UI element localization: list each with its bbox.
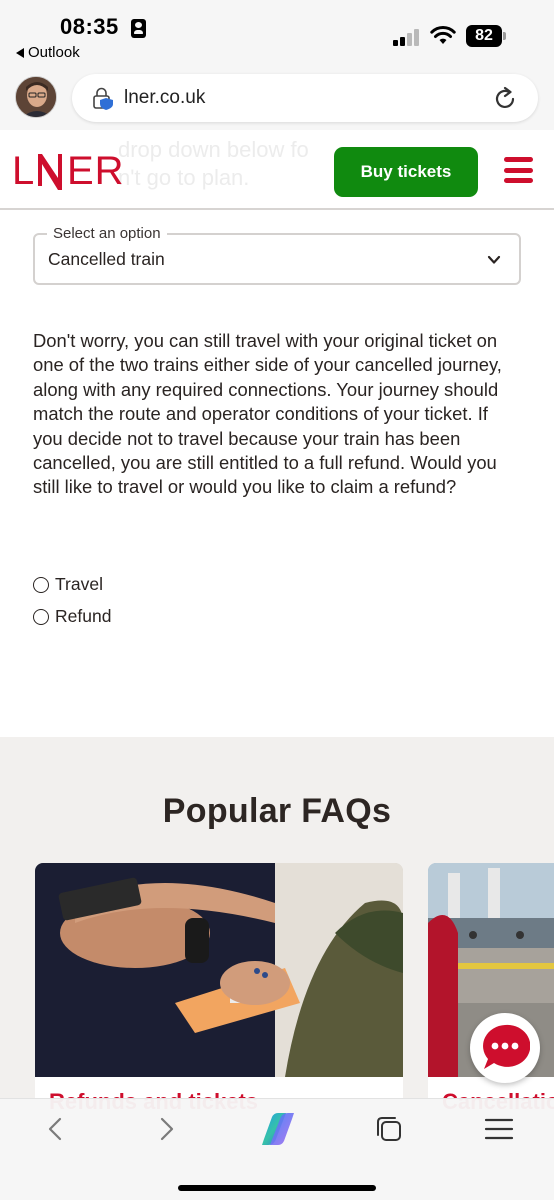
home-indicator bbox=[178, 1185, 376, 1191]
option-select[interactable]: Select an option Cancelled train bbox=[33, 225, 521, 285]
profile-avatar[interactable] bbox=[15, 76, 57, 118]
status-time: 08:35 bbox=[60, 14, 119, 39]
url-bar[interactable]: lner.co.uk bbox=[72, 74, 538, 122]
scrolled-under-text: drop down below fo n't go to plan. bbox=[118, 137, 309, 190]
wifi-icon bbox=[430, 26, 456, 44]
travel-radio[interactable] bbox=[33, 576, 49, 593]
lner-logo[interactable]: L ER bbox=[12, 150, 130, 190]
back-triangle-icon bbox=[16, 47, 24, 58]
url-text: lner.co.uk bbox=[124, 87, 206, 108]
signal-icon bbox=[393, 28, 421, 46]
battery-icon: 82 bbox=[466, 25, 502, 47]
faq-card-image bbox=[35, 863, 403, 1077]
chat-icon bbox=[483, 1024, 530, 1069]
forward-icon[interactable] bbox=[146, 1113, 186, 1145]
hamburger-icon[interactable] bbox=[504, 157, 533, 183]
travel-radio-option[interactable]: Travel bbox=[33, 574, 103, 595]
svg-text:L: L bbox=[12, 150, 36, 190]
buy-tickets-button[interactable]: Buy tickets bbox=[334, 147, 478, 197]
refund-radio-option[interactable]: Refund bbox=[33, 606, 111, 627]
browser-address-area: lner.co.uk bbox=[0, 68, 554, 130]
refund-radio-label: Refund bbox=[55, 606, 112, 626]
id-card-icon bbox=[131, 19, 146, 38]
back-to-app-link[interactable]: Outlook bbox=[16, 44, 80, 61]
select-value: Cancelled train bbox=[48, 249, 165, 269]
svg-text:ER: ER bbox=[67, 150, 125, 190]
site-header: drop down below fo n't go to plan. L ER … bbox=[0, 130, 554, 210]
select-label: Select an option bbox=[47, 225, 167, 242]
cancellation-info-text: Don't worry, you can still travel with y… bbox=[33, 330, 502, 498]
battery-cap bbox=[503, 32, 506, 40]
reload-icon[interactable] bbox=[492, 86, 518, 112]
lock-icon[interactable] bbox=[92, 86, 114, 110]
chevron-down-icon bbox=[487, 255, 501, 264]
travel-radio-label: Travel bbox=[55, 574, 103, 594]
back-icon[interactable] bbox=[36, 1113, 76, 1145]
faq-title: Popular FAQs bbox=[162, 792, 392, 830]
chat-button[interactable] bbox=[470, 1013, 540, 1083]
tabs-icon[interactable] bbox=[368, 1113, 408, 1145]
refund-radio[interactable] bbox=[33, 608, 49, 625]
status-bar: 08:35 Outlook 82 bbox=[0, 0, 554, 68]
back-app-label: Outlook bbox=[28, 44, 80, 61]
menu-icon[interactable] bbox=[478, 1113, 518, 1145]
copilot-icon[interactable] bbox=[256, 1109, 300, 1149]
